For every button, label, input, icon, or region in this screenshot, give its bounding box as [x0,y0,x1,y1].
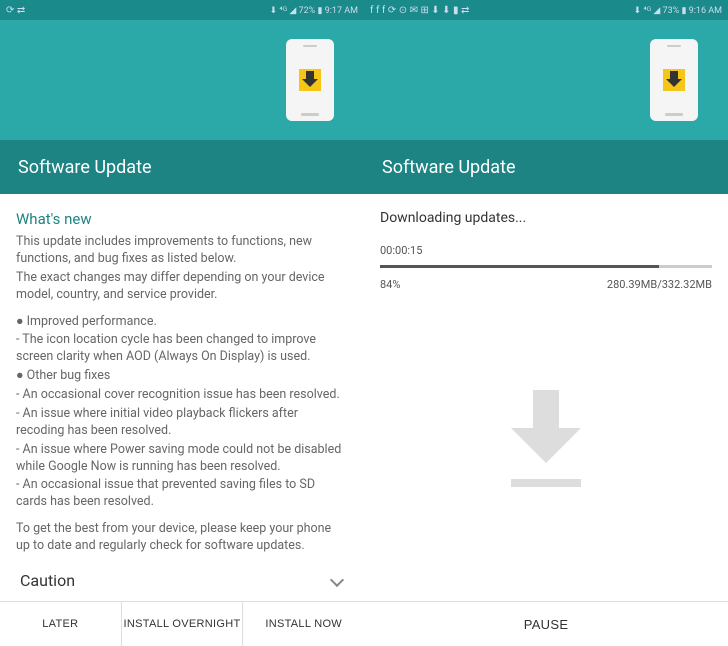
body-line: This update includes improvements to fun… [16,234,348,268]
status-right: ⬇ ⁴ᴳ ◢ 72% ▮ 9:17 AM [270,5,358,16]
caution-label: Caution [20,571,75,590]
whats-new-body: This update includes improvements to fun… [16,234,348,557]
status-right-text: ⬇ ⁴ᴳ ◢ 73% ▮ 9:16 AM [634,5,722,16]
body-line: - An issue where Power saving mode could… [16,442,348,476]
arrow-down-icon [511,390,581,465]
progress-fill [380,265,659,268]
chevron-down-icon [330,573,344,587]
hero-banner [364,20,728,140]
status-left-icons: ⟳ ⇄ [6,5,25,16]
status-bar: ⟳ ⇄ ⬇ ⁴ᴳ ◢ 72% ▮ 9:17 AM [0,0,364,20]
progress-bar [380,265,712,268]
downloading-label: Downloading updates... [380,210,712,226]
body-line: ● Improved performance. [16,314,348,331]
body-line: To get the best from your device, please… [16,521,348,555]
download-progress-section: Downloading updates... 00:00:15 84% 280.… [364,194,728,601]
whats-new-section: What's new This update includes improvem… [0,194,364,601]
progress-size: 280.39MB/332.32MB [607,278,712,291]
arrow-base-icon [511,479,581,487]
pause-button[interactable]: PAUSE [364,602,728,646]
status-left-icons: f f f ⟳ ⊙ ✉ ⊞ ⬇ ⬇ ▮ ⇄ [370,5,469,16]
body-line: - An issue where initial video playback … [16,406,348,440]
download-large-icon [380,291,712,585]
later-button[interactable]: LATER [0,602,122,646]
status-right-text: ⬇ ⁴ᴳ ◢ 72% ▮ 9:17 AM [270,5,358,16]
body-line: ● Other bug fixes [16,368,348,385]
status-bar: f f f ⟳ ⊙ ✉ ⊞ ⬇ ⬇ ▮ ⇄ ⬇ ⁴ᴳ ◢ 73% ▮ 9:16 … [364,0,728,20]
hero-banner [0,20,364,140]
whats-new-heading: What's new [16,210,348,228]
status-right: ⬇ ⁴ᴳ ◢ 73% ▮ 9:16 AM [634,5,722,16]
phone-download-icon [286,39,334,121]
action-button-row: LATER INSTALL OVERNIGHT INSTALL NOW [0,601,364,646]
caution-expander[interactable]: Caution [16,557,348,598]
install-now-button[interactable]: INSTALL NOW [243,602,364,646]
page-title: Software Update [0,140,364,194]
install-overnight-button[interactable]: INSTALL OVERNIGHT [122,602,244,646]
elapsed-time: 00:00:15 [380,244,712,257]
body-line: - The icon location cycle has been chang… [16,332,348,366]
progress-percent: 84% [380,278,400,291]
progress-stats: 84% 280.39MB/332.32MB [380,278,712,291]
action-button-row: PAUSE [364,601,728,646]
page-title: Software Update [364,140,728,194]
screen-update-info: ⟳ ⇄ ⬇ ⁴ᴳ ◢ 72% ▮ 9:17 AM Software Update… [0,0,364,646]
download-arrow-icon [663,69,685,91]
body-line: - An occasional cover recognition issue … [16,387,348,404]
download-arrow-icon [299,69,321,91]
body-line: - An occasional issue that prevented sav… [16,477,348,511]
phone-download-icon [650,39,698,121]
screen-downloading: f f f ⟳ ⊙ ✉ ⊞ ⬇ ⬇ ▮ ⇄ ⬇ ⁴ᴳ ◢ 73% ▮ 9:16 … [364,0,728,646]
body-line: The exact changes may differ depending o… [16,270,348,304]
